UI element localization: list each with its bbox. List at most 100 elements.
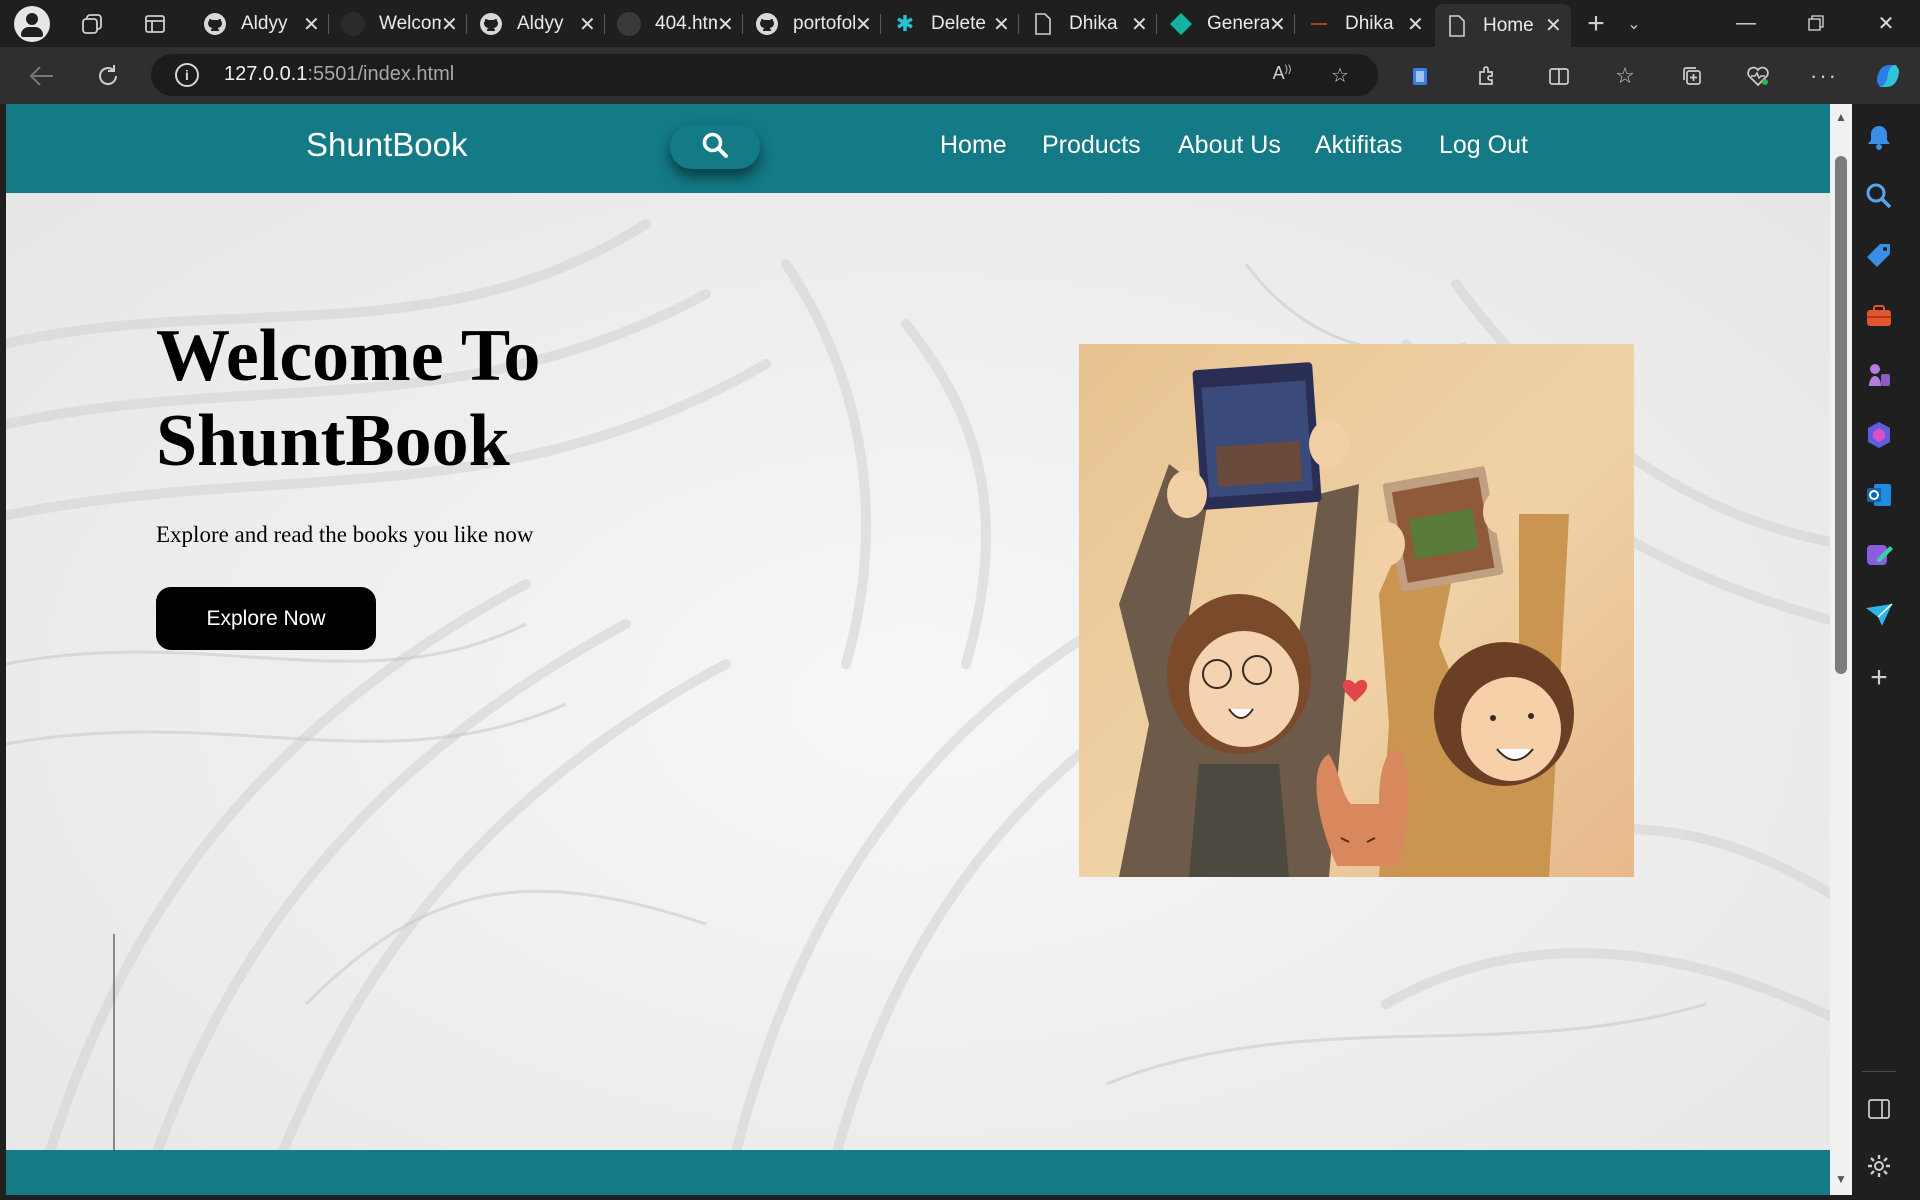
- github-icon: [479, 12, 503, 36]
- close-tab-icon[interactable]: ✕: [1407, 12, 1424, 37]
- browser-tab-strip: Aldyy ✕ Welcome ✕ Aldyy ✕ 404.html ✕ por…: [0, 0, 1920, 47]
- site-navbar: ShuntBook Home Products About Us Aktifit…: [6, 104, 1830, 193]
- hero-illustration-image: [1079, 344, 1634, 877]
- browser-tab[interactable]: Welcome ✕: [331, 4, 467, 44]
- tab-title: Dhika: [1345, 13, 1394, 34]
- close-tab-icon[interactable]: ✕: [441, 12, 458, 37]
- hero-title-line2: ShuntBook: [156, 400, 510, 482]
- new-tab-icon[interactable]: +: [1582, 7, 1610, 40]
- add-sidebar-app-icon[interactable]: +: [1864, 663, 1894, 694]
- nav-link-aktifitas[interactable]: Aktifitas: [1315, 131, 1403, 160]
- scrollbar-thumb[interactable]: [1835, 156, 1847, 674]
- tab-title: Aldyy: [517, 13, 564, 34]
- notifications-bell-icon[interactable]: [1864, 122, 1894, 152]
- nav-link-about-us[interactable]: About Us: [1178, 131, 1281, 160]
- browser-tab[interactable]: ✱ Delete ✕: [883, 4, 1019, 44]
- close-tab-icon[interactable]: ✕: [1545, 13, 1562, 38]
- search-button[interactable]: [670, 125, 760, 169]
- browser-essentials-heart-icon[interactable]: [1742, 60, 1774, 92]
- github-icon: [755, 12, 779, 36]
- close-tab-icon[interactable]: ✕: [717, 12, 734, 37]
- profile-avatar-icon[interactable]: [14, 6, 50, 42]
- url-host: 127.0.0.1: [224, 63, 308, 85]
- github-icon: [341, 12, 365, 36]
- microsoft-365-icon[interactable]: [1864, 420, 1894, 450]
- read-aloud-icon[interactable]: A)): [1269, 63, 1295, 89]
- page-icon: [1031, 12, 1055, 36]
- hero-title: Welcome To ShuntBook: [156, 314, 540, 484]
- refresh-icon[interactable]: [92, 60, 124, 92]
- scroll-up-arrow-icon[interactable]: ▲: [1834, 110, 1848, 124]
- tab-title: Dhika: [1069, 13, 1118, 34]
- browser-tab[interactable]: Aldyy ✕: [469, 4, 605, 44]
- scroll-down-arrow-icon[interactable]: ▼: [1834, 1172, 1848, 1186]
- browser-tab[interactable]: 404.html ✕: [607, 4, 743, 44]
- site-info-icon[interactable]: i: [175, 63, 199, 87]
- hide-sidebar-icon[interactable]: [1864, 1094, 1894, 1124]
- browser-tab[interactable]: Aldyy ✕: [193, 4, 329, 44]
- hero-title-line1: Welcome To: [156, 315, 541, 397]
- page-viewport: ShuntBook Home Products About Us Aktifit…: [6, 104, 1830, 1195]
- games-chess-icon[interactable]: [1864, 360, 1894, 390]
- back-arrow-icon[interactable]: [26, 60, 58, 92]
- more-menu-icon[interactable]: ···: [1808, 60, 1840, 92]
- browser-tab[interactable]: portofolio ✕: [745, 4, 881, 44]
- tab-title: Delete: [931, 13, 986, 34]
- nav-link-log-out[interactable]: Log Out: [1439, 131, 1528, 160]
- tab-title: Aldyy: [241, 13, 288, 34]
- close-tab-icon[interactable]: ✕: [1269, 12, 1286, 37]
- hero-subtitle: Explore and read the books you like now: [156, 522, 534, 547]
- close-tab-icon[interactable]: ✕: [579, 12, 596, 37]
- extensions-puzzle-icon[interactable]: [1471, 60, 1503, 92]
- close-tab-icon[interactable]: ✕: [993, 12, 1010, 37]
- brand-logo[interactable]: ShuntBook: [306, 126, 467, 164]
- close-window-icon[interactable]: ✕: [1866, 8, 1906, 38]
- tab-title: Generate: [1207, 13, 1269, 34]
- browser-tab-active[interactable]: Home ✕: [1435, 4, 1571, 47]
- nav-link-home[interactable]: Home: [940, 131, 1007, 160]
- collections-app-icon[interactable]: [1404, 60, 1436, 92]
- collections-icon[interactable]: [1676, 60, 1708, 92]
- browser-tab[interactable]: Dhika ✕: [1021, 4, 1157, 44]
- tools-briefcase-icon[interactable]: [1864, 301, 1894, 331]
- workspaces-icon[interactable]: [78, 10, 106, 38]
- designer-icon[interactable]: [1864, 540, 1894, 570]
- nav-link-products[interactable]: Products: [1042, 131, 1141, 160]
- send-drop-icon[interactable]: [1864, 600, 1894, 630]
- page-icon: [1307, 12, 1331, 36]
- minimize-icon[interactable]: —: [1726, 8, 1766, 38]
- restore-icon[interactable]: [1796, 8, 1836, 38]
- close-tab-icon[interactable]: ✕: [1131, 12, 1148, 37]
- slack-icon: ✱: [895, 11, 915, 36]
- search-sidebar-icon[interactable]: [1864, 181, 1894, 211]
- diamond-icon: [1169, 12, 1193, 36]
- copilot-icon[interactable]: [1872, 60, 1904, 92]
- browser-tab[interactable]: Dhika ✕: [1297, 4, 1433, 44]
- tab-list-chevron-down-icon[interactable]: ⌄: [1620, 10, 1648, 38]
- github-icon: [617, 12, 641, 36]
- close-tab-icon[interactable]: ✕: [855, 12, 872, 37]
- page-icon: [1445, 14, 1469, 38]
- url-text[interactable]: 127.0.0.1:5501/index.html: [224, 63, 454, 86]
- outlook-icon[interactable]: [1864, 480, 1894, 510]
- tab-title: Home: [1483, 14, 1534, 36]
- page-scrollbar[interactable]: ▲ ▼: [1830, 104, 1852, 1195]
- search-icon: [701, 131, 729, 164]
- tab-title: 404.html: [655, 13, 717, 34]
- site-footer-bar: [6, 1150, 1830, 1195]
- tab-actions-icon[interactable]: [141, 10, 169, 38]
- browser-tab[interactable]: Generate ✕: [1159, 4, 1295, 44]
- sidebar-divider: [1862, 1071, 1896, 1072]
- explore-now-button[interactable]: Explore Now: [156, 587, 376, 650]
- settings-gear-icon[interactable]: [1864, 1151, 1894, 1181]
- favorite-star-icon[interactable]: ☆: [1327, 63, 1353, 89]
- tab-title: Welcome: [379, 13, 441, 34]
- favorites-icon[interactable]: ☆: [1609, 60, 1641, 92]
- close-tab-icon[interactable]: ✕: [303, 12, 320, 37]
- tab-title: portofolio: [793, 13, 855, 34]
- github-icon: [203, 12, 227, 36]
- split-screen-icon[interactable]: [1543, 60, 1575, 92]
- address-bar[interactable]: i 127.0.0.1:5501/index.html A)) ☆: [151, 54, 1378, 96]
- shopping-tag-icon[interactable]: [1864, 241, 1894, 271]
- browser-toolbar: i 127.0.0.1:5501/index.html A)) ☆ ☆ ···: [0, 47, 1920, 104]
